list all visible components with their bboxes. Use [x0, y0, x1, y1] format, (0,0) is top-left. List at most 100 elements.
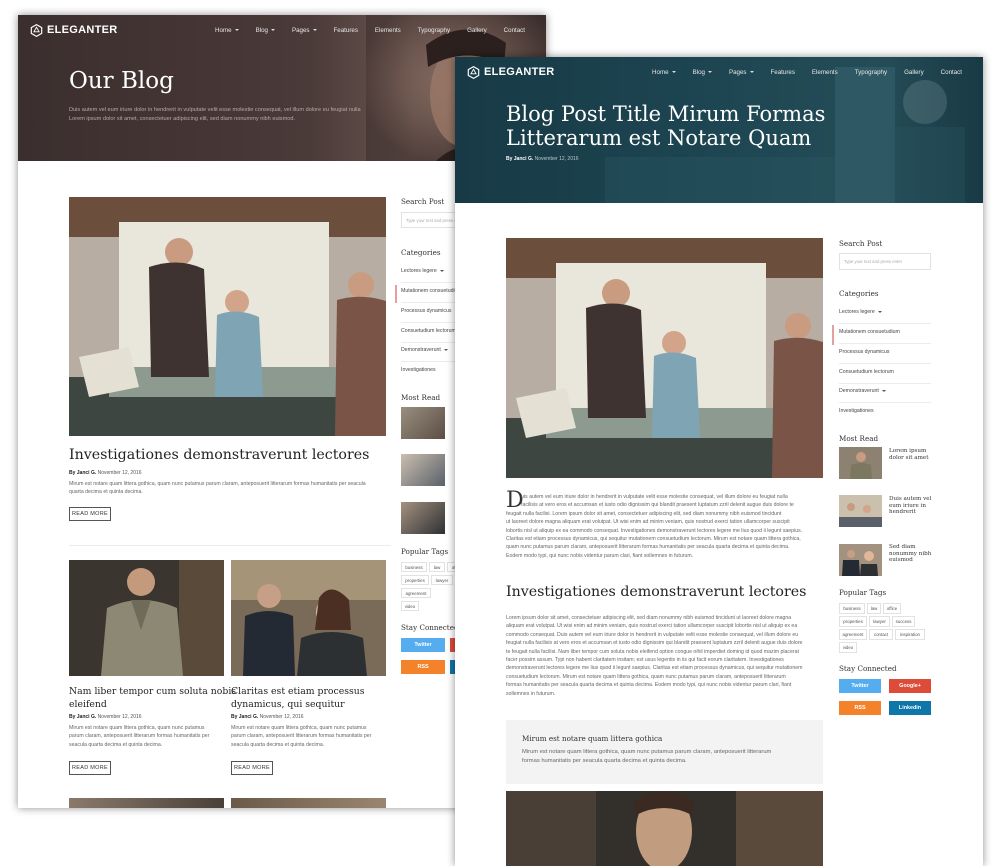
google-plus-button[interactable]: Google+	[889, 679, 931, 693]
tag[interactable]: properties	[401, 575, 429, 585]
nav-blog[interactable]: Blog	[693, 69, 712, 76]
rss-button[interactable]: RSS	[839, 701, 881, 715]
chevron-down-icon	[234, 29, 239, 31]
nav-features[interactable]: Features	[771, 69, 795, 76]
author[interactable]: By Janci G.	[69, 470, 96, 476]
nav-home[interactable]: Home	[215, 27, 239, 34]
nav-home[interactable]: Home	[652, 69, 676, 76]
title-line: Blog Post Title Mirum Formas	[506, 102, 826, 126]
category-item[interactable]: Lectores legere	[839, 309, 882, 315]
most-read-thumb[interactable]	[839, 544, 882, 576]
search-input[interactable]: Type your text and press enter	[839, 253, 931, 270]
search-post-heading: Search Post	[839, 239, 883, 248]
most-read-thumb[interactable]	[839, 495, 882, 527]
paragraph-line: te feugait nulla facilisi. Nam liber tem…	[506, 648, 799, 655]
category-item[interactable]: Demonstraverunt	[839, 388, 886, 394]
author[interactable]: By Janci G.	[506, 156, 533, 162]
divider	[839, 363, 931, 364]
post-title[interactable]: Nam liber tempor cum soluta nobis eleifen…	[69, 685, 236, 711]
quote-text: Mirum est notare quam littera gothica, q…	[522, 748, 771, 766]
tag[interactable]: video	[401, 601, 419, 611]
tag[interactable]: law	[867, 603, 881, 614]
site-logo[interactable]: ELEGANTER	[467, 65, 555, 79]
most-read-title[interactable]: Duis autem vel eum iriure in hendrerit	[889, 496, 931, 516]
nav-pages[interactable]: Pages	[729, 69, 754, 76]
most-read-title[interactable]: Sed diam nonummy nibh euismod	[889, 544, 931, 564]
category-item[interactable]: Mutationem consuetudium	[401, 288, 462, 294]
nav-elements[interactable]: Elements	[375, 27, 401, 34]
most-read-thumb[interactable]	[401, 454, 445, 486]
nav-blog[interactable]: Blog	[256, 27, 275, 34]
most-read-thumb[interactable]	[839, 447, 882, 479]
rss-button[interactable]: RSS	[401, 660, 445, 674]
nav-gallery[interactable]: Gallery	[467, 27, 487, 34]
title-line: Claritas est etiam processus	[231, 686, 365, 697]
category-item[interactable]: Investigationes	[839, 408, 874, 414]
quote-title: Mirum est notare quam littera gothica	[522, 734, 663, 743]
excerpt-line: seacula quarta decima et quinta decima.	[231, 741, 325, 748]
post-image-business-people[interactable]	[231, 560, 386, 676]
category-label: Lectores legere	[401, 268, 437, 274]
active-indicator	[395, 285, 397, 303]
read-more-button[interactable]: READ MORE	[231, 761, 273, 775]
read-more-button[interactable]: READ MORE	[69, 761, 111, 775]
featured-post-meta: By Janci G. November 12, 2016	[69, 470, 142, 476]
read-more-button[interactable]: READ MORE	[69, 507, 111, 521]
category-item[interactable]: Consuetudium lectorum	[401, 328, 456, 334]
tag[interactable]: law	[429, 562, 445, 572]
tag[interactable]: business	[839, 603, 865, 614]
tag[interactable]: video	[839, 642, 857, 653]
title-line: Lorem ipsum	[889, 448, 927, 454]
article-image	[506, 238, 823, 478]
nav-contact[interactable]: Contact	[504, 27, 525, 34]
category-item[interactable]: Demonstraverunt	[401, 347, 448, 353]
blockquote: Mirum est notare quam littera gothica Mi…	[506, 720, 823, 784]
linkedin-button[interactable]: Linkedin	[889, 701, 931, 715]
nav-typography[interactable]: Typography	[418, 27, 450, 34]
most-read-thumb[interactable]	[401, 407, 445, 439]
nav-features[interactable]: Features	[334, 27, 358, 34]
category-label: Demonstraverunt	[839, 388, 879, 394]
popular-tags-heading: Popular Tags	[839, 588, 887, 597]
site-logo[interactable]: ELEGANTER	[30, 23, 118, 37]
divider	[839, 383, 931, 384]
tag[interactable]: agreement	[401, 588, 431, 598]
category-item[interactable]: Lectores legere	[401, 268, 444, 274]
tag[interactable]: lawyer	[869, 616, 890, 627]
paragraph-line: consuetudium lectorum. Mirum est notare …	[506, 673, 786, 680]
category-item[interactable]: Processus dynamicus	[401, 308, 451, 314]
nav-pages[interactable]: Pages	[292, 27, 317, 34]
nav-pages-label: Pages	[291, 26, 310, 34]
popular-tags-heading: Popular Tags	[401, 547, 449, 556]
title-line: Litterarum est Notare Quam	[506, 126, 812, 150]
featured-post-image[interactable]	[69, 197, 386, 436]
tag[interactable]: success	[892, 616, 915, 627]
post-image-man[interactable]	[69, 560, 224, 676]
category-item[interactable]: Investigationes	[401, 367, 436, 373]
post-image-partial[interactable]	[231, 798, 386, 808]
author[interactable]: By Janci G.	[69, 714, 96, 720]
tag[interactable]: business	[401, 562, 427, 572]
category-item[interactable]: Mutationem consuetudium	[839, 329, 900, 335]
tag[interactable]: inspiration	[895, 629, 925, 640]
most-read-title[interactable]: Lorem ipsum dolor sit amet	[889, 448, 928, 461]
nav-typography[interactable]: Typography	[855, 69, 887, 76]
twitter-button[interactable]: Twitter	[839, 679, 881, 693]
twitter-button[interactable]: Twitter	[401, 638, 445, 652]
nav-gallery[interactable]: Gallery	[904, 69, 924, 76]
tag[interactable]: contact	[869, 629, 893, 640]
post-title[interactable]: Claritas est etiam processus dynamicus, q…	[231, 685, 365, 711]
tag[interactable]: agreement	[839, 629, 867, 640]
most-read-thumb[interactable]	[401, 502, 445, 534]
nav-contact[interactable]: Contact	[941, 69, 962, 76]
tag[interactable]: office	[883, 603, 901, 614]
tag[interactable]: lawyer	[431, 575, 453, 585]
author[interactable]: By Janci G.	[231, 714, 258, 720]
post-image-partial[interactable]	[69, 798, 224, 808]
paragraph-line: feugiat nulla facilisis at vero eros et …	[506, 640, 803, 647]
category-item[interactable]: Consuetudium lectorum	[839, 369, 894, 375]
tag[interactable]: properties	[839, 616, 867, 627]
nav-elements[interactable]: Elements	[812, 69, 838, 76]
featured-post-title[interactable]: Investigationes demonstraverunt lectores	[69, 447, 369, 463]
category-item[interactable]: Processus dynamicus	[839, 349, 889, 355]
